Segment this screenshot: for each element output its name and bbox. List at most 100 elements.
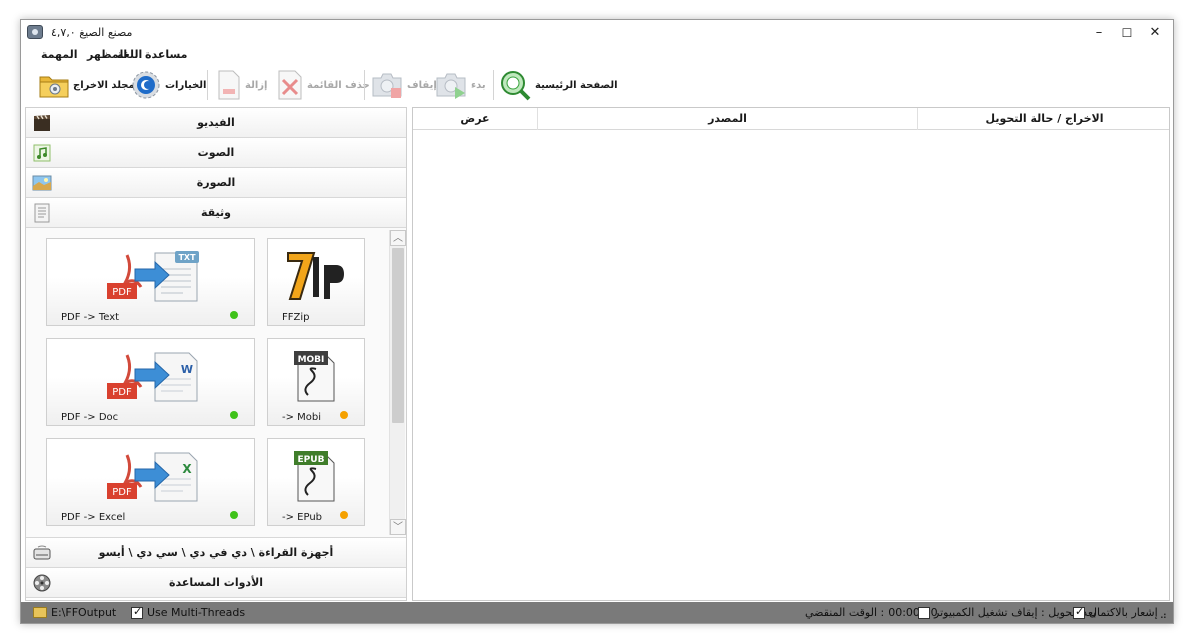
notify-complete-option[interactable]: إشعار بالاكتمال [1073, 605, 1158, 619]
category-video-label: الفيديو [197, 116, 235, 129]
toolbar-separator [364, 70, 365, 100]
multithreads-option[interactable]: Use Multi-Threads [131, 605, 246, 619]
options-label: الخيارات [165, 79, 207, 91]
stop-icon [372, 73, 402, 98]
category-audio[interactable]: الصوت [26, 138, 406, 168]
category-picture-label: الصورة [196, 176, 236, 189]
remove-label: إزالة [245, 79, 268, 91]
tile-ffzip[interactable]: 7z FFZip [267, 238, 365, 326]
options-button[interactable]: الخيارات [131, 68, 206, 102]
category-rom-device[interactable]: أجهزة القراءة \ دي في دي \ سي دي \ أيسو [26, 538, 406, 568]
tile-to-epub[interactable]: EPUB -> EPub [267, 438, 365, 526]
home-magnifier-icon [501, 71, 531, 101]
elapsed-label: الوقت المنقضي : [805, 606, 885, 619]
start-icon [436, 73, 466, 99]
tile-badge-text: X [182, 462, 192, 476]
category-document[interactable]: وثيقة [26, 198, 406, 228]
remove-button[interactable]: إزالة [217, 68, 267, 102]
column-header-output-status[interactable]: الاخراج / حالة التحويل [918, 108, 1171, 130]
svg-text:PDF: PDF [112, 287, 132, 298]
after-convert-shutdown-option[interactable]: بعدالتحويل : إيقاف تشغيل الكمبيوتر [918, 606, 1096, 619]
toolbar-separator [207, 70, 208, 100]
tile-label: -> Mobi [282, 412, 322, 423]
epub-file-icon: EPUB [294, 451, 335, 502]
home-page-button[interactable]: الصفحة الرئيسية [499, 68, 618, 102]
tile-pdf-to-doc[interactable]: W PDF PDF -> Doc [46, 338, 255, 426]
app-logo-icon [27, 25, 43, 39]
document-tools-grid: TXT PDF PDF -> Text 7z FFZip [26, 228, 406, 538]
tile-pdf-to-text[interactable]: TXT PDF PDF -> Text [46, 238, 255, 326]
home-page-label: الصفحة الرئيسية [535, 79, 618, 91]
category-picture[interactable]: الصورة [26, 168, 406, 198]
tile-badge-text: TXT [178, 253, 196, 262]
column-header-source[interactable]: المصدر [538, 108, 918, 130]
stop-button[interactable]: إيقاف [371, 68, 437, 102]
table-header: عرض المصدر الاخراج / حالة التحويل [413, 108, 1169, 130]
tile-label: -> EPub [282, 512, 323, 523]
close-button[interactable]: ✕ [1143, 23, 1167, 43]
tile-pdf-to-excel[interactable]: X PDF PDF -> Excel [46, 438, 255, 526]
multithreads-label: Use Multi-Threads [147, 606, 246, 619]
pdf-to-doc-icon: W PDF [107, 352, 198, 402]
menu-help[interactable]: مساعدة [145, 48, 188, 61]
svg-text:PDF: PDF [112, 387, 132, 398]
clear-list-icon [278, 70, 302, 100]
multithreads-checkbox[interactable] [131, 605, 143, 619]
category-video[interactable]: الفيديو [26, 108, 406, 138]
category-utilities-label: الأدوات المساعدة [168, 576, 264, 589]
category-panel: الفيديو الصوت الصورة وثيقة TXT PDF PDF -… [25, 107, 407, 601]
scroll-thumb[interactable] [392, 248, 404, 423]
tile-label: PDF -> Text [61, 312, 120, 323]
status-bar: E:\FFOutput Use Multi-Threads الوقت المن… [21, 602, 1173, 623]
tile-badge-text: MOBI [298, 355, 325, 365]
title-bar: مصنع الصيغ ٤,٧,٠ – ☐ ✕ [21, 20, 1173, 46]
remove-document-icon [218, 70, 240, 100]
tools-scrollbar[interactable]: ︿ ﹀ [389, 230, 406, 535]
column-header-preview[interactable]: عرض [413, 108, 538, 130]
pdf-to-excel-icon: X PDF [107, 452, 198, 502]
svg-text:PDF: PDF [112, 487, 132, 498]
task-list-table[interactable]: عرض المصدر الاخراج / حالة التحويل [412, 107, 1170, 601]
notify-checkbox[interactable] [1073, 605, 1085, 619]
tile-label: FFZip [282, 312, 310, 323]
output-path-item[interactable]: E:\FFOutput [33, 606, 116, 619]
stop-label: إيقاف [407, 79, 437, 91]
clear-list-button[interactable]: حذف القائمة [277, 68, 370, 102]
scroll-down-arrow-icon[interactable]: ﹀ [390, 519, 406, 535]
tile-badge-text: W [181, 363, 193, 376]
scroll-up-arrow-icon[interactable]: ︿ [390, 230, 406, 246]
status-dot [230, 311, 238, 319]
options-gear-icon [132, 71, 160, 99]
category-audio-label: الصوت [197, 146, 235, 159]
start-button[interactable]: بدء [435, 68, 486, 102]
output-folder-icon [39, 76, 69, 98]
clear-list-label: حذف القائمة [307, 79, 370, 91]
tile-label: PDF -> Excel [61, 512, 126, 523]
output-folder-button[interactable]: مجلد الاخراج [39, 68, 135, 102]
output-path-text: E:\FFOutput [51, 606, 117, 619]
toolbar: مجلد الاخراج الخيارات إزالة حذف القائمة … [21, 66, 1173, 106]
status-dot [230, 411, 238, 419]
minimize-button[interactable]: – [1087, 23, 1111, 43]
tile-to-mobi[interactable]: MOBI -> Mobi [267, 338, 365, 426]
tile-label: PDF -> Doc [61, 412, 119, 423]
menu-bar: المهمة المظهر اللغة مساعدة [21, 46, 1173, 66]
app-window: مصنع الصيغ ٤,٧,٠ – ☐ ✕ المهمة المظهر الل… [20, 19, 1174, 624]
start-label: بدء [471, 79, 486, 91]
toolbar-separator [493, 70, 494, 100]
resize-grip-icon[interactable]: ⣠ [1160, 608, 1167, 619]
folder-icon [33, 607, 47, 618]
category-document-label: وثيقة [200, 206, 232, 219]
menu-language[interactable]: اللغة [117, 48, 142, 61]
category-rom-label: أجهزة القراءة \ دي في دي \ سي دي \ أيسو [98, 546, 334, 559]
maximize-button[interactable]: ☐ [1115, 23, 1139, 43]
output-folder-label: مجلد الاخراج [73, 79, 135, 91]
window-title: مصنع الصيغ ٤,٧,٠ [51, 26, 133, 39]
after-convert-label: بعدالتحويل : إيقاف تشغيل الكمبيوتر [934, 606, 1097, 619]
notify-label: إشعار بالاكتمال [1089, 606, 1158, 619]
mobi-file-icon: MOBI [294, 351, 335, 402]
menu-task[interactable]: المهمة [41, 48, 78, 61]
tile-badge-text: EPUB [298, 455, 325, 465]
shutdown-checkbox[interactable] [918, 606, 930, 619]
category-utilities[interactable]: الأدوات المساعدة [26, 568, 406, 598]
